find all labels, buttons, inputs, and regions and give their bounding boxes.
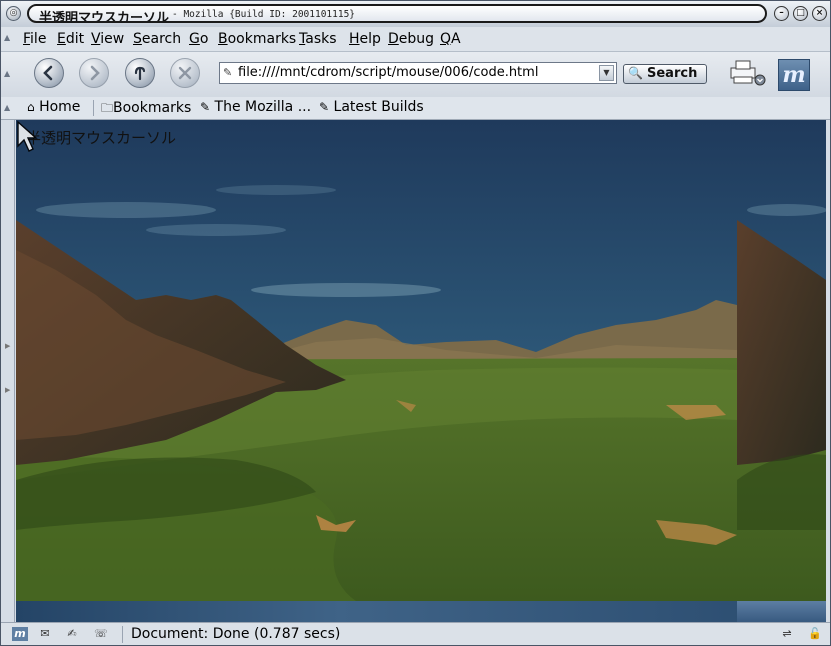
menu-bookmarks[interactable]: Bookmarks xyxy=(218,31,296,47)
window-title-suffix: - Mozilla {Build ID: 2001101115} xyxy=(172,9,356,20)
maximize-icon[interactable]: □ xyxy=(793,6,808,21)
home-button[interactable]: ⌂ Home xyxy=(27,99,80,115)
home-icon: ⌂ xyxy=(27,100,35,114)
page-content[interactable]: 半透明マウスカーソル xyxy=(16,120,826,622)
forward-icon xyxy=(90,65,100,81)
navbar-grip-icon[interactable]: ▲ xyxy=(4,69,14,78)
minimize-icon[interactable]: – xyxy=(774,6,789,21)
url-input[interactable]: file:////mnt/cdrom/script/mouse/006/code… xyxy=(238,65,538,80)
title-pill[interactable]: 半透明マウスカーソル - Mozilla {Build ID: 20011011… xyxy=(27,4,767,23)
navigator-icon[interactable]: m xyxy=(12,627,28,641)
reload-icon xyxy=(134,66,146,81)
mozilla-logo-icon[interactable]: m xyxy=(778,59,810,91)
back-icon xyxy=(43,65,53,81)
reload-button[interactable] xyxy=(125,58,155,88)
bookmark-icon: ✎ xyxy=(319,100,330,114)
forward-button[interactable] xyxy=(79,58,109,88)
bookmark-the-mozilla[interactable]: ✎ The Mozilla ... xyxy=(200,99,311,115)
landscape-image xyxy=(16,120,737,601)
landscape-image-repeat xyxy=(737,120,826,601)
connection-icon[interactable]: ⇌ xyxy=(775,627,799,641)
composer-icon[interactable]: ✍ xyxy=(64,627,80,641)
statusbar-separator xyxy=(122,626,123,643)
menu-debug[interactable]: Debug xyxy=(388,31,434,47)
navigation-toolbar: ▲ ✎ file:////mnt/cdrom/script/mouse/006/… xyxy=(1,52,830,98)
page-bottom-strip xyxy=(16,601,826,622)
menubar-grip-icon[interactable]: ▲ xyxy=(4,33,14,42)
menu-help[interactable]: Help xyxy=(349,31,381,47)
url-dropdown-icon[interactable]: ▼ xyxy=(599,65,614,81)
title-bar: ◎ 半透明マウスカーソル - Mozilla {Build ID: 200110… xyxy=(1,1,830,28)
search-button-label: Search xyxy=(647,66,698,81)
menu-go[interactable]: Go xyxy=(189,31,208,47)
page-proxy-icon[interactable]: ✎ xyxy=(223,66,232,79)
status-bar: m ✉ ✍ ☏ Document: Done (0.787 secs) ⇌ 🔓 xyxy=(1,622,830,645)
back-button[interactable] xyxy=(34,58,64,88)
personalbar-separator xyxy=(93,100,94,116)
menu-qa[interactable]: QA xyxy=(440,31,461,47)
sidebar-expand-icon: ▶ xyxy=(5,386,11,394)
window-title: 半透明マウスカーソル xyxy=(39,11,170,23)
window-menu-icon[interactable]: ◎ xyxy=(6,6,21,21)
status-text: Document: Done (0.787 secs) xyxy=(131,626,341,642)
search-button[interactable]: 🔍 Search xyxy=(623,64,707,84)
cursor-arrow-icon xyxy=(17,120,38,152)
bookmarks-menu-button[interactable]: 🗀Bookmarks xyxy=(101,99,191,120)
url-bar[interactable]: ✎ file:////mnt/cdrom/script/mouse/006/co… xyxy=(219,62,617,84)
personalbar-grip-icon[interactable]: ▲ xyxy=(4,103,14,112)
browser-window: ◎ 半透明マウスカーソル - Mozilla {Build ID: 200110… xyxy=(0,0,831,646)
menu-tasks[interactable]: Tasks xyxy=(299,31,337,47)
folder-icon: 🗀 xyxy=(101,101,114,115)
menu-bar: ▲ File Edit View Search Go Bookmarks Tas… xyxy=(1,27,830,52)
page-heading: 半透明マウスカーソル xyxy=(26,129,177,147)
menu-file[interactable]: File xyxy=(23,31,46,47)
personal-toolbar: ▲ ⌂ Home 🗀Bookmarks ✎ The Mozilla ... ✎ … xyxy=(1,97,830,120)
menu-view[interactable]: View xyxy=(91,31,124,47)
menu-file-rest: ile xyxy=(30,31,47,47)
menu-search[interactable]: Search xyxy=(133,31,181,47)
close-icon[interactable]: × xyxy=(812,6,827,21)
menu-edit[interactable]: Edit xyxy=(57,31,84,47)
stop-icon xyxy=(178,66,192,80)
search-icon: 🔍 xyxy=(628,66,643,80)
chat-icon[interactable]: ☏ xyxy=(93,627,109,641)
sidebar-expand-icon: ▶ xyxy=(5,342,11,350)
bookmark-icon: ✎ xyxy=(200,100,211,114)
print-icon[interactable] xyxy=(727,58,767,88)
sidebar-grippy[interactable]: ▶ ▶ xyxy=(1,120,15,622)
mail-icon[interactable]: ✉ xyxy=(37,627,53,641)
stop-button[interactable] xyxy=(170,58,200,88)
security-lock-icon[interactable]: 🔓 xyxy=(807,627,823,641)
bookmark-latest-builds[interactable]: ✎ Latest Builds xyxy=(319,99,424,115)
